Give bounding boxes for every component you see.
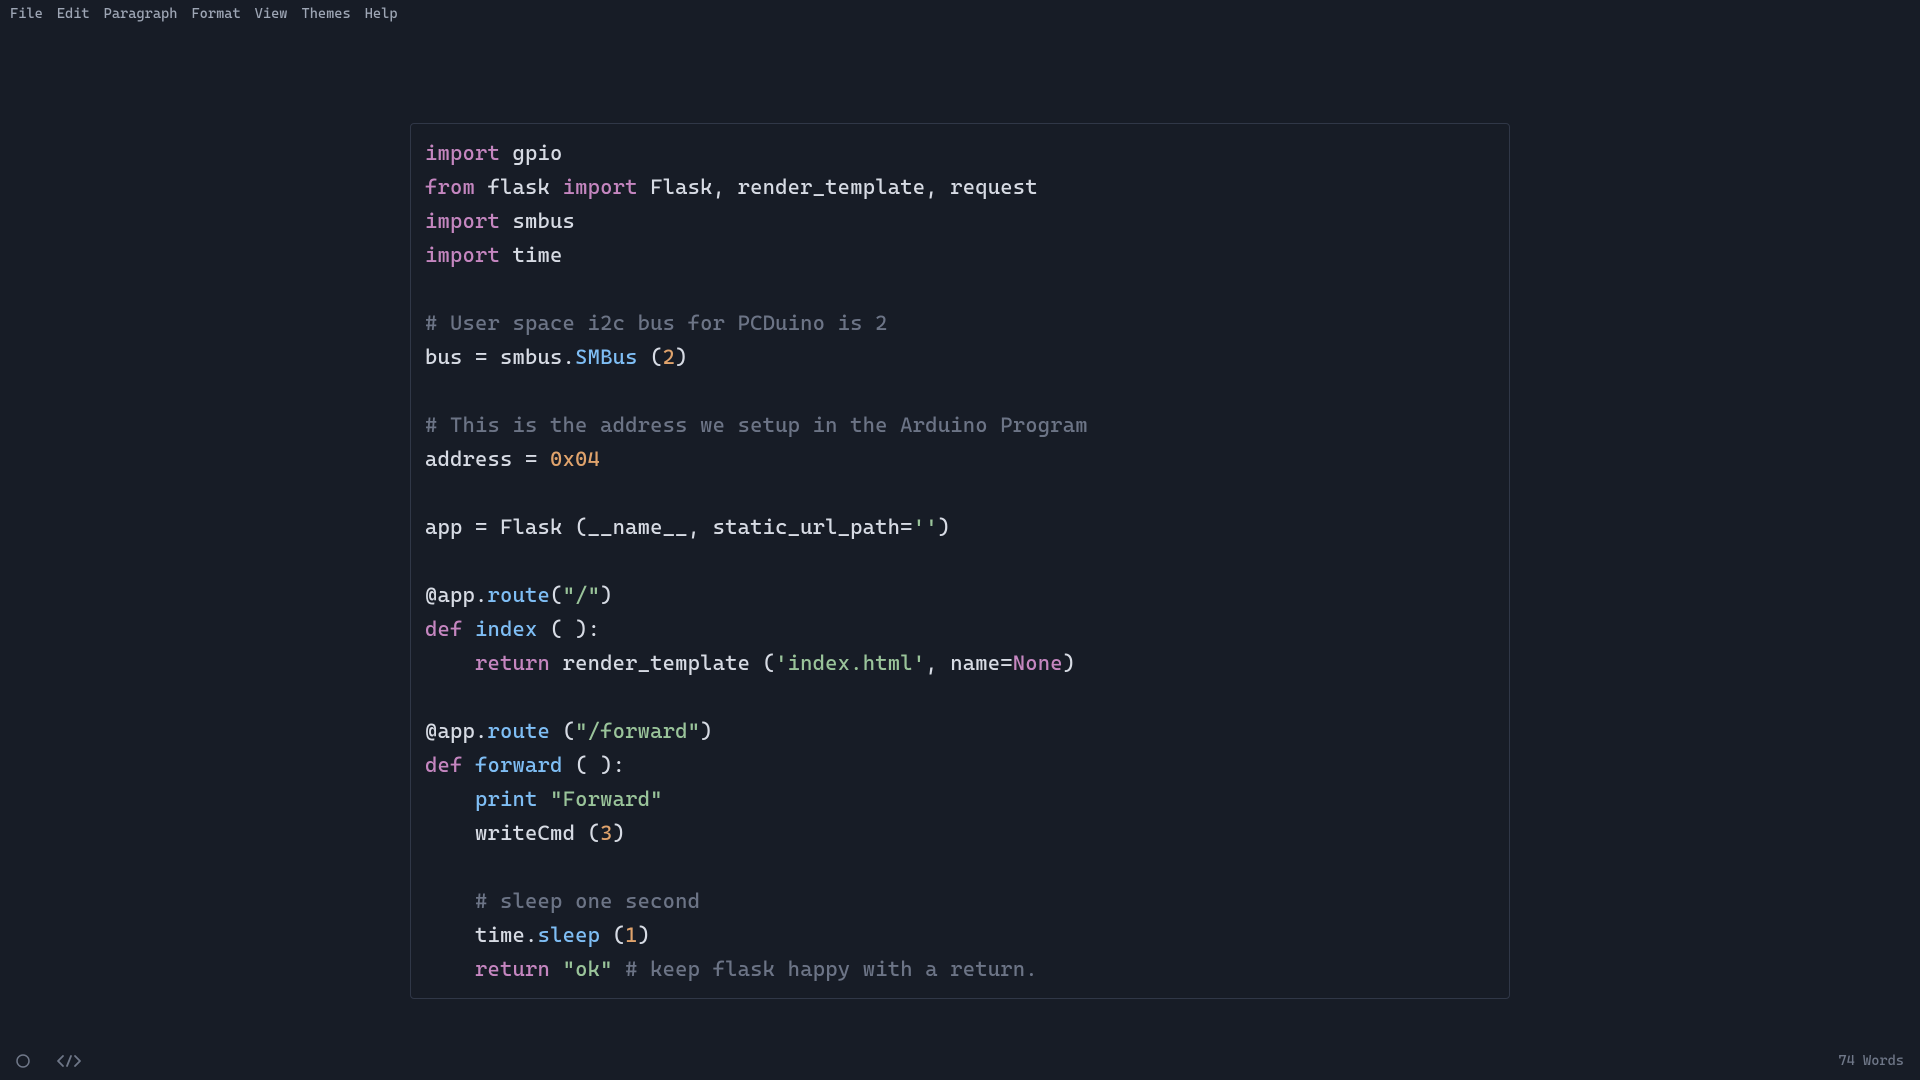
menu-themes[interactable]: Themes — [301, 6, 350, 22]
code-text: ) — [600, 583, 613, 607]
string: 'index.html' — [775, 651, 925, 675]
code-text: @app. — [425, 583, 488, 607]
code-text: ( — [550, 719, 575, 743]
code-text: ( — [550, 583, 563, 607]
code-text: address = — [425, 447, 550, 471]
menu-file[interactable]: File — [10, 6, 43, 22]
class-name: SMBus — [575, 345, 638, 369]
code-text: render_template ( — [550, 651, 775, 675]
code-text: @app. — [425, 719, 488, 743]
none-literal: None — [1013, 651, 1063, 675]
indent — [425, 821, 475, 845]
word-count: 74 Words — [1838, 1053, 1904, 1069]
code-text: time. — [475, 923, 538, 947]
number: 1 — [625, 923, 638, 947]
code-text: ) — [1063, 651, 1076, 675]
fn-name: print — [475, 787, 538, 811]
number: 3 — [600, 821, 613, 845]
code-text: app = Flask (__name__, static_url_path= — [425, 515, 913, 539]
indent — [425, 957, 475, 981]
code-text: ) — [675, 345, 688, 369]
kw-from: from — [425, 175, 475, 199]
string: '' — [913, 515, 938, 539]
code-text: ) — [638, 923, 651, 947]
statusbar: 74 Words — [0, 1042, 1920, 1080]
kw-import: import — [563, 175, 638, 199]
code-text: Flask, render_template, request — [638, 175, 1038, 199]
code-text — [550, 957, 563, 981]
string: "ok" — [563, 957, 613, 981]
menu-edit[interactable]: Edit — [57, 6, 90, 22]
kw-def: def — [425, 617, 463, 641]
fn-name: index — [475, 617, 538, 641]
indent — [425, 889, 475, 913]
code-text: ) — [613, 821, 626, 845]
code-text: ( ): — [563, 753, 626, 777]
comment: # This is the address we setup in the Ar… — [425, 413, 1088, 437]
code-text — [538, 787, 551, 811]
code-text: time — [500, 243, 563, 267]
fn-name: route — [488, 583, 551, 607]
code-text — [463, 753, 476, 777]
code-text: bus = smbus. — [425, 345, 575, 369]
indent — [425, 923, 475, 947]
kw-def: def — [425, 753, 463, 777]
code-text: smbus — [500, 209, 575, 233]
menubar: File Edit Paragraph Format View Themes H… — [0, 0, 1920, 28]
kw-import: import — [425, 141, 500, 165]
fn-name: sleep — [538, 923, 601, 947]
code-text: , name= — [925, 651, 1013, 675]
number: 2 — [663, 345, 676, 369]
comment: # User space i2c bus for PCDuino is 2 — [425, 311, 888, 335]
circle-icon[interactable] — [16, 1054, 30, 1068]
code-text: flask — [475, 175, 563, 199]
string: "/" — [563, 583, 601, 607]
editor: import gpio from flask import Flask, ren… — [0, 123, 1920, 999]
comment: # keep flask happy with a return. — [625, 957, 1038, 981]
menu-format[interactable]: Format — [191, 6, 240, 22]
kw-import: import — [425, 243, 500, 267]
indent — [425, 651, 475, 675]
kw-return: return — [475, 651, 550, 675]
fn-name: route — [488, 719, 551, 743]
string: "/forward" — [575, 719, 700, 743]
comment: # sleep one second — [475, 889, 700, 913]
code-text: ( — [638, 345, 663, 369]
code-block[interactable]: import gpio from flask import Flask, ren… — [410, 123, 1510, 999]
kw-return: return — [475, 957, 550, 981]
code-text: gpio — [500, 141, 563, 165]
code-icon[interactable] — [56, 1054, 82, 1068]
code-text: ) — [938, 515, 951, 539]
indent — [425, 787, 475, 811]
code-text: ) — [700, 719, 713, 743]
code-text — [463, 617, 476, 641]
menu-help[interactable]: Help — [365, 6, 398, 22]
code-text: writeCmd ( — [475, 821, 600, 845]
number: 0x04 — [550, 447, 600, 471]
fn-name: forward — [475, 753, 563, 777]
string: "Forward" — [550, 787, 663, 811]
code-text: ( — [600, 923, 625, 947]
code-text — [613, 957, 626, 981]
code-text: ( ): — [538, 617, 601, 641]
kw-import: import — [425, 209, 500, 233]
menu-view[interactable]: View — [255, 6, 288, 22]
menu-paragraph[interactable]: Paragraph — [104, 6, 178, 22]
